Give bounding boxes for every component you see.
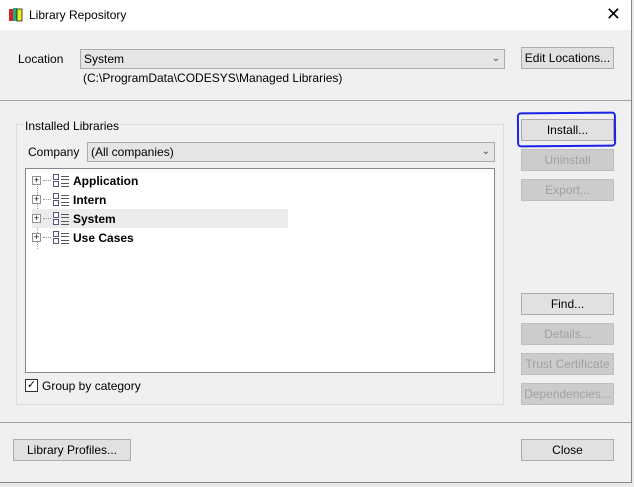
tree-node-intern[interactable]: + Intern — [32, 190, 288, 209]
chevron-down-icon: ⌄ — [491, 53, 500, 64]
tree-node-label: Application — [73, 173, 139, 188]
chevron-down-icon: ⌄ — [481, 146, 490, 157]
location-dropdown[interactable]: System ⌄ — [80, 49, 505, 69]
company-dropdown[interactable]: (All companies) ⌄ — [87, 142, 495, 162]
export-button[interactable]: Export... — [521, 179, 614, 201]
window-title: Library Repository — [29, 8, 127, 22]
divider — [0, 422, 631, 423]
library-repository-dialog: Library Repository ✕ Location System ⌄ (C… — [0, 0, 632, 483]
close-window-icon[interactable]: ✕ — [606, 4, 621, 25]
location-value: System — [84, 52, 125, 66]
library-books-icon — [9, 8, 23, 22]
company-value: (All companies) — [91, 145, 174, 159]
tree-node-label: System — [73, 211, 116, 226]
expand-icon[interactable]: + — [32, 214, 41, 223]
divider — [0, 100, 631, 101]
title-bar: Library Repository ✕ — [0, 0, 631, 30]
tree-node-system[interactable]: + System — [32, 209, 288, 228]
group-by-category-checkbox[interactable]: ✓ — [25, 379, 38, 392]
library-profiles-button[interactable]: Library Profiles... — [13, 439, 131, 461]
group-by-category-label: Group by category — [42, 379, 141, 393]
tree-node-label: Use Cases — [73, 230, 134, 245]
location-label: Location — [18, 52, 64, 66]
expand-icon[interactable]: + — [32, 233, 41, 242]
library-category-icon — [53, 173, 69, 188]
company-label: Company — [28, 145, 80, 159]
close-button[interactable]: Close — [521, 439, 614, 461]
library-tree[interactable]: + Application + Intern + System + Use Cases — [25, 168, 495, 373]
expand-icon[interactable]: + — [32, 176, 41, 185]
library-category-icon — [53, 192, 69, 207]
annotation-highlight — [516, 111, 617, 148]
edit-locations-button[interactable]: Edit Locations... — [521, 47, 614, 69]
dependencies-button[interactable]: Dependencies... — [521, 383, 614, 405]
library-category-icon — [53, 211, 69, 226]
tree-node-application[interactable]: + Application — [32, 171, 288, 190]
library-category-icon — [53, 230, 69, 245]
tree-node-use-cases[interactable]: + Use Cases — [32, 228, 288, 247]
expand-icon[interactable]: + — [32, 195, 41, 204]
location-path: (C:\ProgramData\CODESYS\Managed Librarie… — [83, 71, 343, 85]
installed-libraries-label: Installed Libraries — [24, 119, 121, 133]
tree-node-label: Intern — [73, 192, 107, 207]
find-button[interactable]: Find... — [521, 293, 614, 315]
uninstall-button[interactable]: Uninstall — [521, 149, 614, 171]
details-button[interactable]: Details... — [521, 323, 614, 345]
trust-certificate-button[interactable]: Trust Certificate — [521, 353, 614, 375]
